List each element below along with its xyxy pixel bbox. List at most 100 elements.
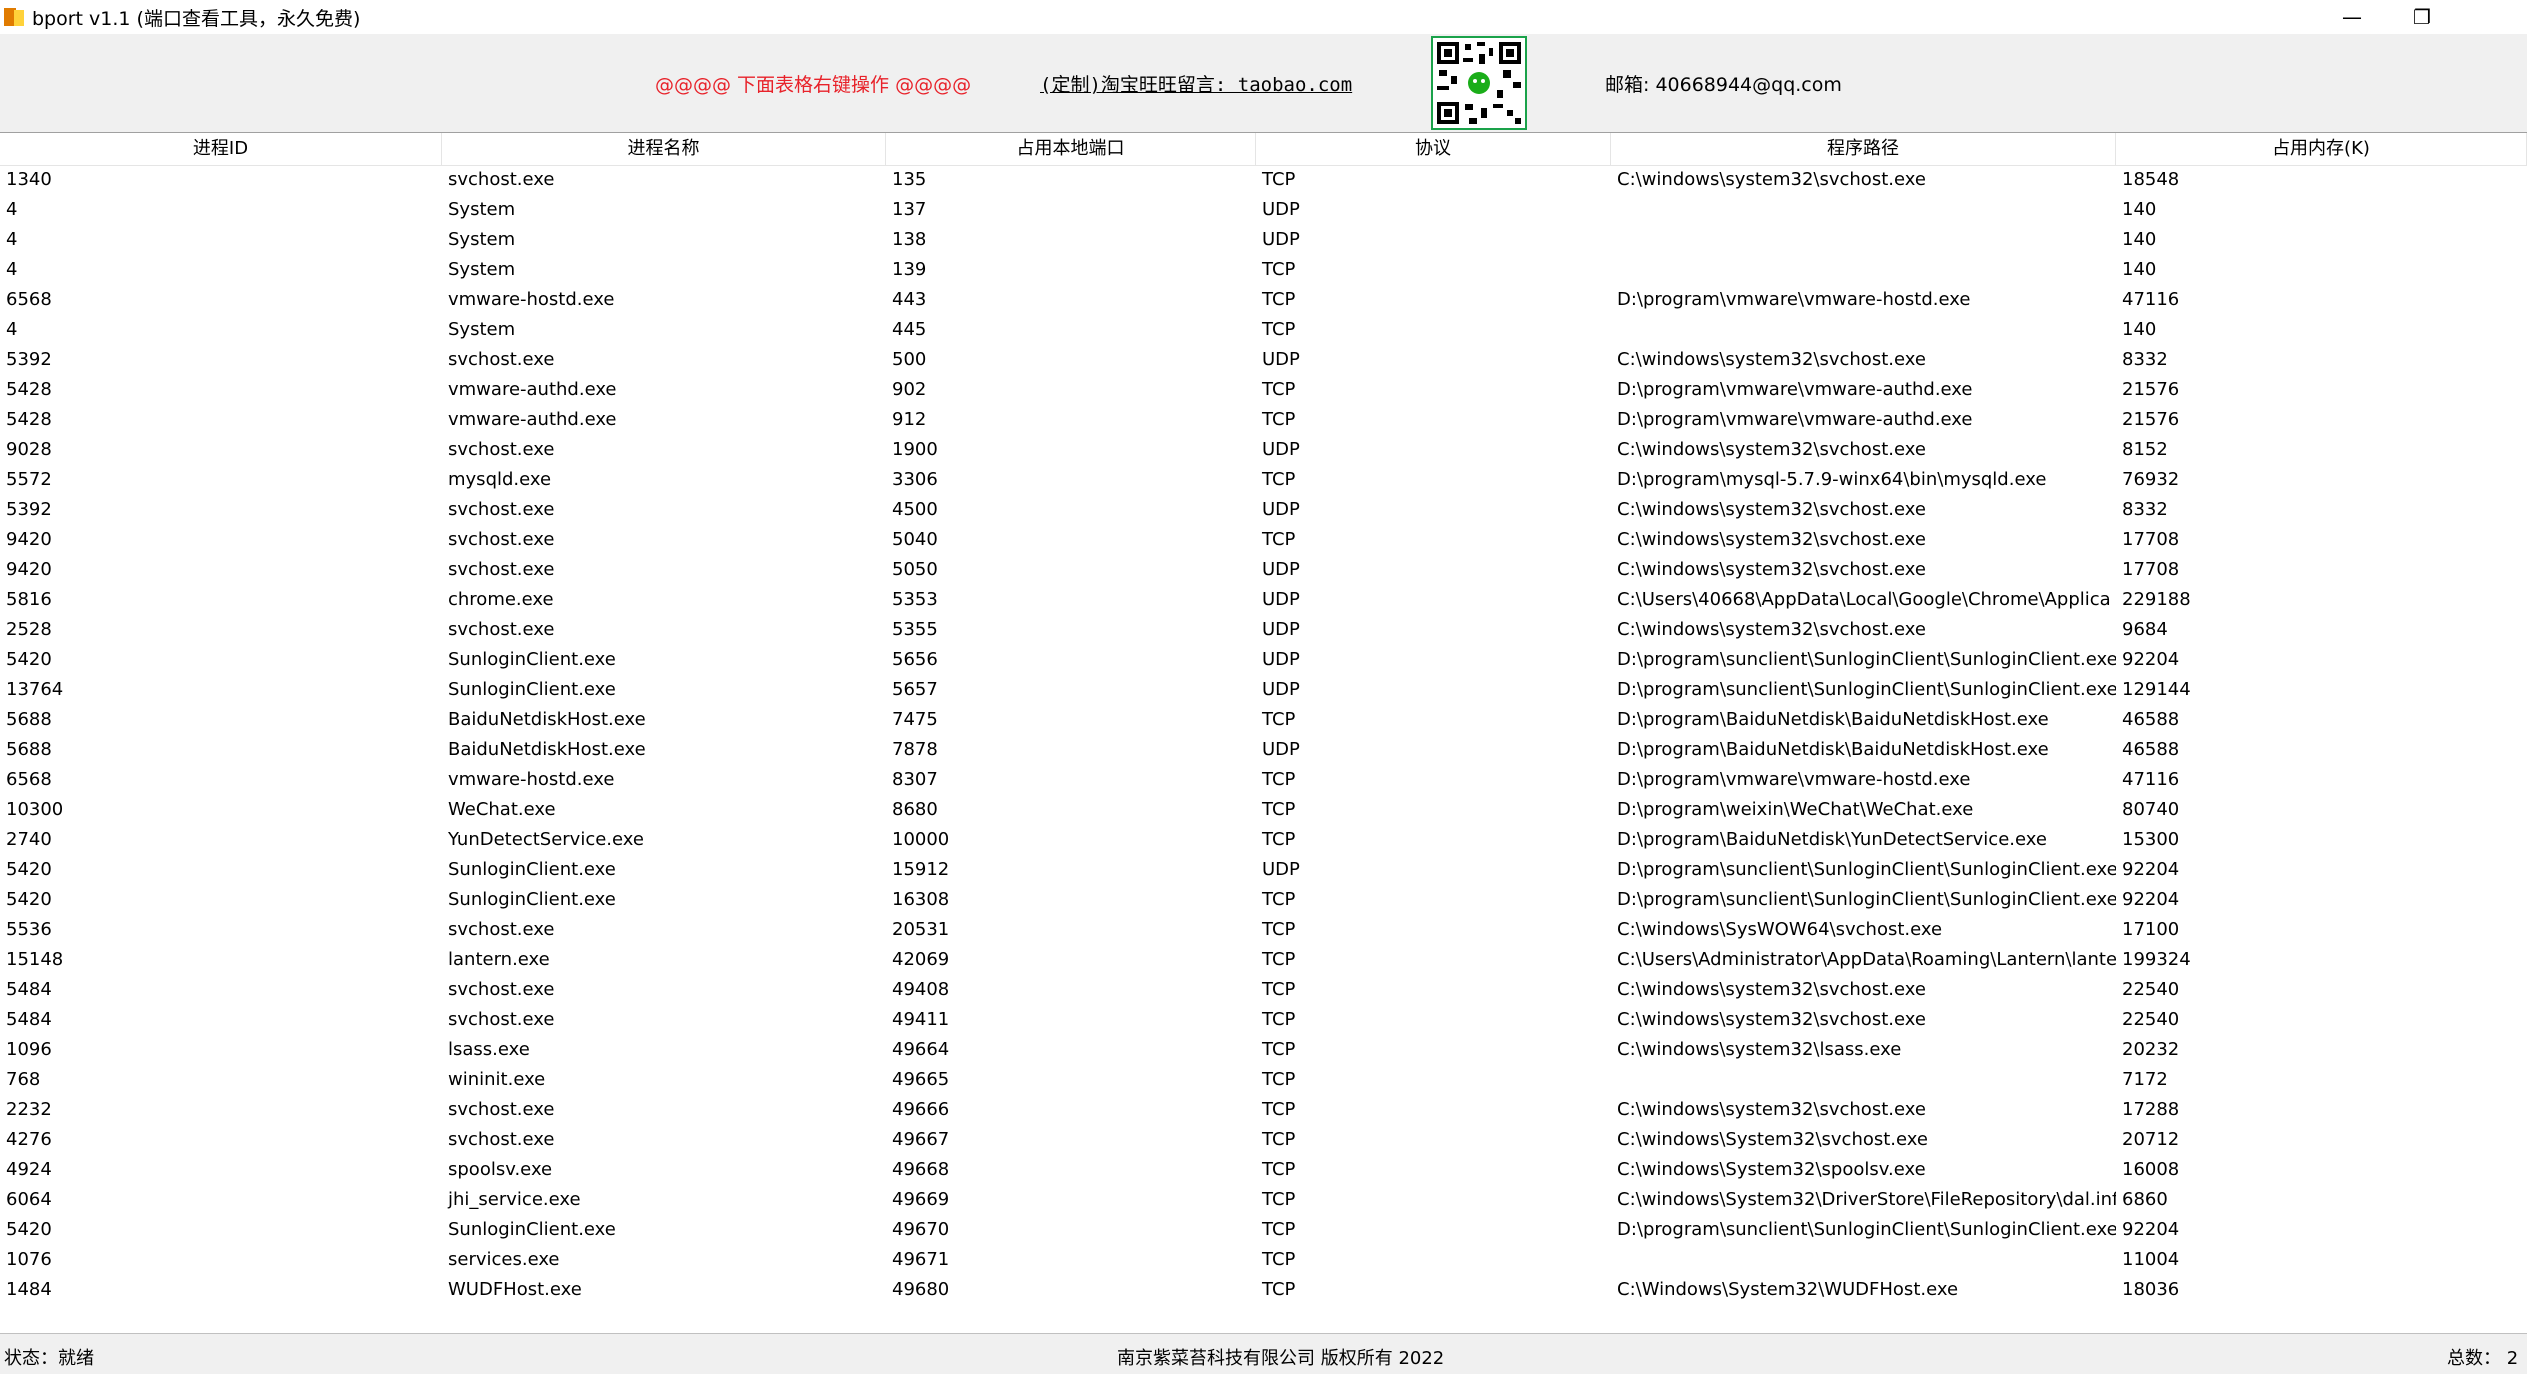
port-table[interactable]: 进程ID 进程名称 占用本地端口 协议 程序路径 占用内存(K) 1340 svc…	[0, 133, 2527, 1333]
cell-process-name: svchost.exe	[448, 499, 555, 520]
column-header-program-path[interactable]: 程序路径	[1611, 133, 2116, 165]
table-row[interactable]: 6568 vmware-hostd.exe 443 TCP D:\program\vmw…	[0, 285, 2527, 315]
cell-protocol: TCP	[1262, 1159, 1296, 1180]
cell-program-path: D:\program\vmware\vmware-authd.exe	[1617, 379, 1973, 400]
cell-process-name: svchost.exe	[448, 979, 555, 1000]
cell-protocol: TCP	[1262, 1069, 1296, 1090]
cell-protocol: UDP	[1262, 589, 1300, 610]
minimize-button[interactable]: —	[2317, 0, 2387, 34]
cell-process-name: System	[448, 229, 516, 250]
table-row[interactable]: 13764 SunloginClient.exe 5657 UDP D:\program…	[0, 675, 2527, 705]
cell-program-path: D:\program\vmware\vmware-authd.exe	[1617, 409, 1973, 430]
table-row[interactable]: 5688 BaiduNetdiskHost.exe 7878 UDP D:\progra…	[0, 735, 2527, 765]
cell-process-name: BaiduNetdiskHost.exe	[448, 709, 646, 730]
minimize-icon: —	[2342, 5, 2362, 29]
table-row[interactable]: 9028 svchost.exe 1900 UDP C:\windows\system3…	[0, 435, 2527, 465]
cell-program-path	[1611, 315, 2116, 345]
table-row[interactable]: 4 System 138 UDP 140	[0, 225, 2527, 255]
table-row[interactable]: 1076 services.exe 49671 TCP 11004	[0, 1245, 2527, 1275]
cell-local-port: 139	[892, 259, 927, 280]
cell-memory: 140	[2122, 319, 2157, 340]
cell-pid: 2740	[6, 829, 52, 850]
table-row[interactable]: 2232 svchost.exe 49666 TCP C:\windows\system…	[0, 1095, 2527, 1125]
table-row[interactable]: 4 System 445 TCP 140	[0, 315, 2527, 345]
table-row[interactable]: 6568 vmware-hostd.exe 8307 TCP D:\program\vm…	[0, 765, 2527, 795]
app-icon	[4, 6, 26, 28]
column-header-pid[interactable]: 进程ID	[0, 133, 442, 165]
cell-pid: 5392	[6, 349, 52, 370]
cell-program-path	[1611, 1065, 2116, 1095]
cell-local-port: 49667	[892, 1129, 950, 1150]
cell-program-path: C:\windows\system32\svchost.exe	[1617, 979, 1926, 1000]
cell-protocol: UDP	[1262, 499, 1300, 520]
cell-protocol: UDP	[1262, 559, 1300, 580]
cell-memory: 22540	[2122, 1009, 2180, 1030]
cell-memory: 8152	[2122, 439, 2168, 460]
cell-pid: 13764	[6, 679, 64, 700]
wechat-qr-code-icon	[1431, 36, 1527, 130]
table-row[interactable]: 5420 SunloginClient.exe 15912 UDP D:\program…	[0, 855, 2527, 885]
table-row[interactable]: 1340 svchost.exe 135 TCP C:\windows\system32…	[0, 165, 2527, 195]
cell-pid: 4	[6, 229, 18, 250]
table-row[interactable]: 15148 lantern.exe 42069 TCP C:\Users\Adminis…	[0, 945, 2527, 975]
table-row[interactable]: 5392 svchost.exe 500 UDP C:\windows\system32…	[0, 345, 2527, 375]
cell-program-path: D:\program\sunclient\SunloginClient\Sunl…	[1617, 1219, 2116, 1240]
table-row[interactable]: 1096 lsass.exe 49664 TCP C:\windows\system32…	[0, 1035, 2527, 1065]
table-row[interactable]: 4 System 137 UDP 140	[0, 195, 2527, 225]
table-row[interactable]: 2528 svchost.exe 5355 UDP C:\windows\system3…	[0, 615, 2527, 645]
cell-process-name: svchost.exe	[448, 529, 555, 550]
cell-pid: 5428	[6, 409, 52, 430]
table-row[interactable]: 5484 svchost.exe 49411 TCP C:\windows\system…	[0, 1005, 2527, 1035]
table-row[interactable]: 1484 WUDFHost.exe 49680 TCP C:\Windows\Syste…	[0, 1275, 2527, 1305]
table-row[interactable]: 5688 BaiduNetdiskHost.exe 7475 TCP D:\progra…	[0, 705, 2527, 735]
cell-program-path: C:\Users\Administrator\AppData\Roaming\L…	[1617, 949, 2116, 970]
table-row[interactable]: 768 wininit.exe 49665 TCP 7172	[0, 1065, 2527, 1095]
cell-process-name: jhi_service.exe	[448, 1189, 581, 1210]
table-row[interactable]: 5420 SunloginClient.exe 5656 UDP D:\program\…	[0, 645, 2527, 675]
status-text: 状态：就绪	[4, 1348, 94, 1369]
title-bar: bport v1.1 (端口查看工具，永久免费) — ❐	[0, 0, 2527, 34]
cell-pid: 5536	[6, 919, 52, 940]
table-row[interactable]: 5392 svchost.exe 4500 UDP C:\windows\system3…	[0, 495, 2527, 525]
cell-memory: 8332	[2122, 349, 2168, 370]
table-row[interactable]: 5428 vmware-authd.exe 912 TCP D:\program\vmw…	[0, 405, 2527, 435]
column-header-process-name[interactable]: 进程名称	[442, 133, 886, 165]
cell-protocol: UDP	[1262, 349, 1300, 370]
column-header-memory[interactable]: 占用内存(K)	[2116, 133, 2527, 165]
table-row[interactable]: 9420 svchost.exe 5050 UDP C:\windows\system3…	[0, 555, 2527, 585]
cell-program-path: D:\program\vmware\vmware-hostd.exe	[1617, 289, 1971, 310]
cell-local-port: 49664	[892, 1039, 950, 1060]
cell-program-path: D:\program\vmware\vmware-hostd.exe	[1617, 769, 1971, 790]
cell-protocol: TCP	[1262, 529, 1296, 550]
cell-pid: 5688	[6, 739, 52, 760]
table-row[interactable]: 9420 svchost.exe 5040 TCP C:\windows\system3…	[0, 525, 2527, 555]
cell-pid: 5816	[6, 589, 52, 610]
cell-pid: 4	[6, 319, 18, 340]
table-row[interactable]: 5536 svchost.exe 20531 TCP C:\windows\SysWOW…	[0, 915, 2527, 945]
cell-pid: 768	[6, 1069, 41, 1090]
table-row[interactable]: 5484 svchost.exe 49408 TCP C:\windows\system…	[0, 975, 2527, 1005]
table-row[interactable]: 5428 vmware-authd.exe 902 TCP D:\program\vmw…	[0, 375, 2527, 405]
table-row[interactable]: 5816 chrome.exe 5353 UDP C:\Users\40668\AppD…	[0, 585, 2527, 615]
shop-link[interactable]: (定制)淘宝旺旺留言: taobao.com	[1040, 70, 1352, 97]
table-row[interactable]: 10300 WeChat.exe 8680 TCP D:\program\weixin\…	[0, 795, 2527, 825]
cell-protocol: UDP	[1262, 199, 1300, 220]
cell-pid: 5484	[6, 1009, 52, 1030]
table-row[interactable]: 2740 YunDetectService.exe 10000 TCP D:\progr…	[0, 825, 2527, 855]
table-row[interactable]: 6064 jhi_service.exe 49669 TCP C:\windows\Sy…	[0, 1185, 2527, 1215]
cell-local-port: 137	[892, 199, 927, 220]
table-row[interactable]: 5420 SunloginClient.exe 49670 TCP D:\program…	[0, 1215, 2527, 1245]
cell-program-path: C:\windows\system32\svchost.exe	[1617, 1099, 1926, 1120]
table-row[interactable]: 4 System 139 TCP 140	[0, 255, 2527, 285]
table-row[interactable]: 5420 SunloginClient.exe 16308 TCP D:\program…	[0, 885, 2527, 915]
cell-local-port: 42069	[892, 949, 950, 970]
table-row[interactable]: 5572 mysqld.exe 3306 TCP D:\program\mysql-5.…	[0, 465, 2527, 495]
table-row[interactable]: 4276 svchost.exe 49667 TCP C:\windows\System…	[0, 1125, 2527, 1155]
column-header-local-port[interactable]: 占用本地端口	[886, 133, 1256, 165]
table-row[interactable]: 4924 spoolsv.exe 49668 TCP C:\windows\System…	[0, 1155, 2527, 1185]
cell-local-port: 5040	[892, 529, 938, 550]
cell-protocol: TCP	[1262, 319, 1296, 340]
maximize-button[interactable]: ❐	[2387, 0, 2457, 34]
column-header-protocol[interactable]: 协议	[1256, 133, 1611, 165]
cell-program-path: D:\program\BaiduNetdisk\BaiduNetdiskHost…	[1617, 739, 2049, 760]
